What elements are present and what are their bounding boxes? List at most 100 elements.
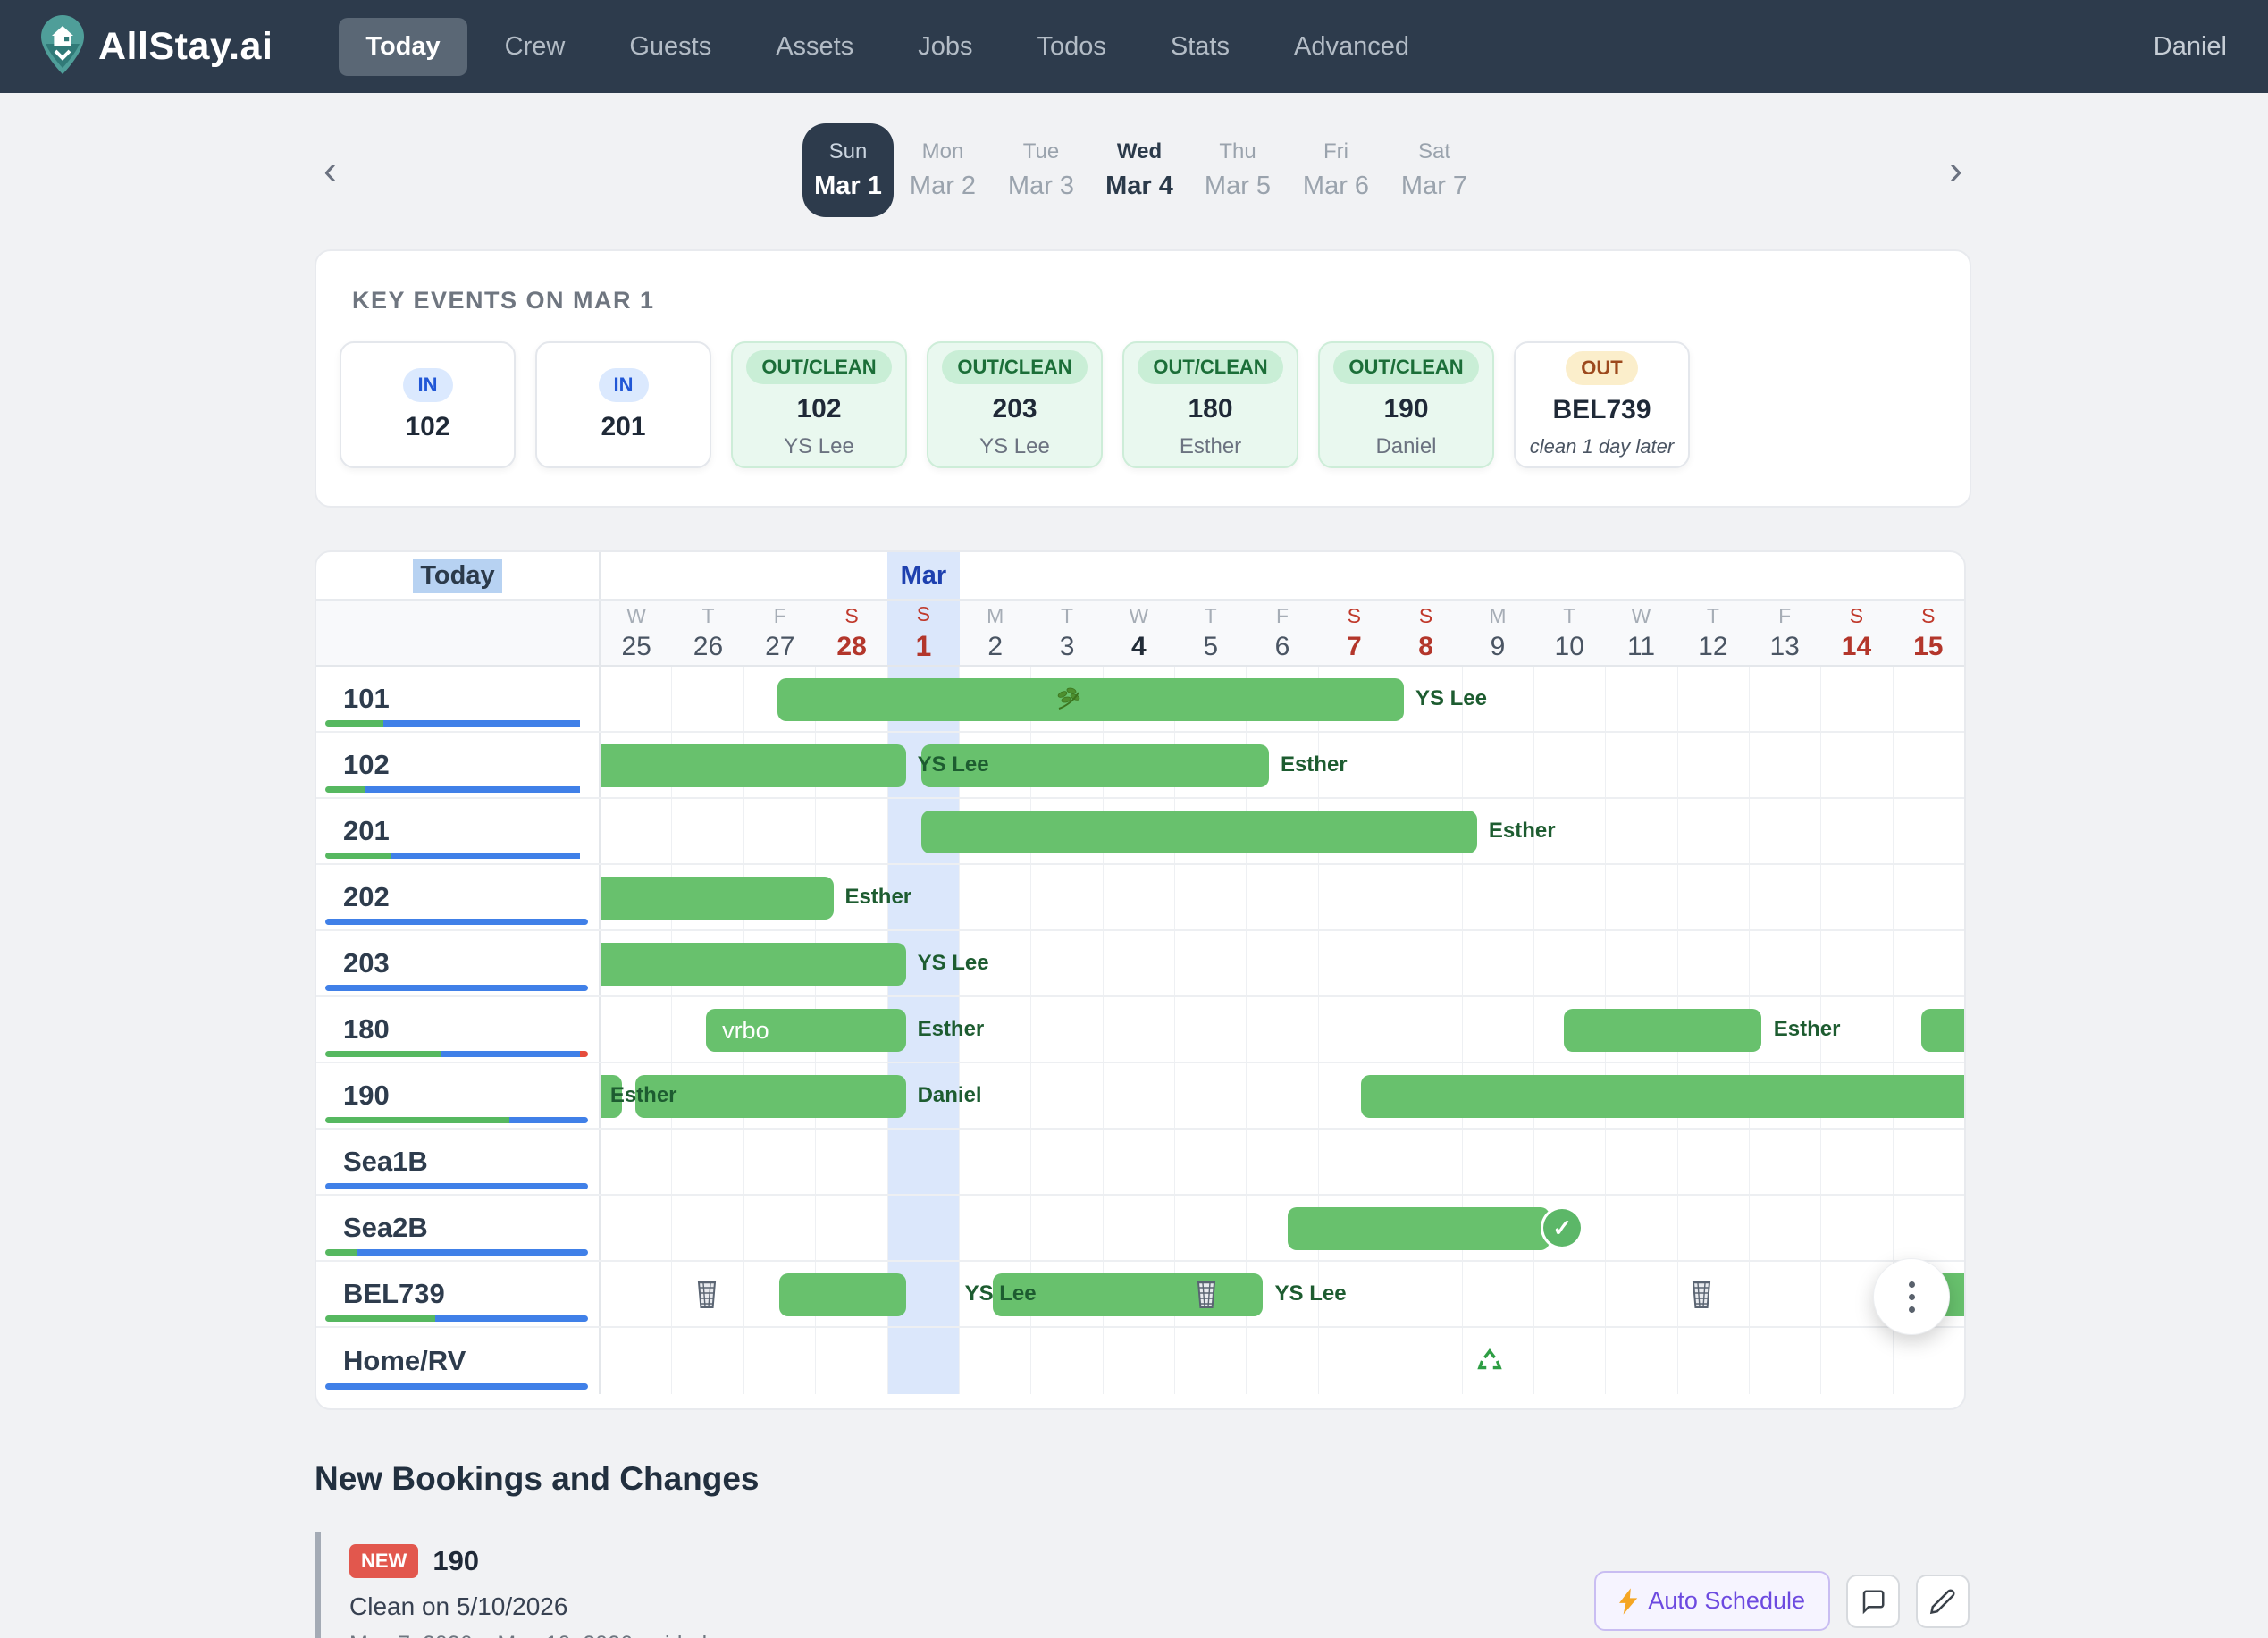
day-column-header-w-25[interactable]: W25 (601, 601, 672, 665)
day-cell[interactable] (816, 799, 887, 863)
day-cell[interactable] (1463, 997, 1534, 1062)
booking-bar[interactable]: vrbo (706, 1009, 906, 1052)
day-column-header-s-15[interactable]: S15 (1893, 601, 1964, 665)
day-cell[interactable] (1104, 931, 1175, 995)
day-cell[interactable] (888, 1328, 960, 1394)
nav-item-guests[interactable]: Guests (602, 18, 738, 76)
day-cell[interactable] (601, 1262, 672, 1326)
day-cell[interactable] (1319, 997, 1390, 1062)
day-cell[interactable] (1390, 1262, 1462, 1326)
day-cell[interactable] (1678, 1328, 1750, 1394)
day-column-header-f-27[interactable]: F27 (744, 601, 816, 665)
day-cell[interactable] (1031, 931, 1103, 995)
day-cell[interactable] (1534, 733, 1606, 797)
day-cell[interactable] (1606, 667, 1677, 731)
nav-item-advanced[interactable]: Advanced (1267, 18, 1436, 76)
day-cell[interactable] (1534, 1262, 1606, 1326)
day-cell[interactable] (1534, 1328, 1606, 1394)
day-cell[interactable] (672, 1328, 743, 1394)
day-cell[interactable] (1821, 733, 1893, 797)
day-cell[interactable] (1390, 1130, 1462, 1194)
day-cell[interactable] (601, 997, 672, 1062)
day-cell[interactable] (1534, 931, 1606, 995)
day-cell[interactable] (1463, 733, 1534, 797)
day-column-header-m-2[interactable]: M2 (960, 601, 1031, 665)
day-cell[interactable] (1104, 997, 1175, 1062)
booking-bar[interactable] (601, 877, 834, 920)
day-cell[interactable] (1894, 667, 1964, 731)
day-column-header-f-6[interactable]: F6 (1247, 601, 1318, 665)
day-cell[interactable] (960, 1130, 1031, 1194)
day-cell[interactable] (1606, 865, 1677, 929)
day-column-header-w-11[interactable]: W11 (1605, 601, 1676, 665)
day-cell[interactable] (672, 799, 743, 863)
day-cell[interactable] (1894, 733, 1964, 797)
day-cell[interactable] (1821, 931, 1893, 995)
nav-user[interactable]: Daniel (2154, 32, 2227, 62)
day-cell[interactable] (1678, 1262, 1750, 1326)
comment-button[interactable] (1846, 1575, 1900, 1628)
day-cell[interactable] (744, 799, 816, 863)
auto-schedule-button[interactable]: Auto Schedule (1594, 1571, 1830, 1631)
day-cell[interactable] (1463, 1130, 1534, 1194)
day-cell[interactable] (1175, 931, 1247, 995)
day-cell[interactable] (1319, 1328, 1390, 1394)
day-cell[interactable] (1606, 1130, 1677, 1194)
booking-bar[interactable] (1921, 1009, 1964, 1052)
day-cell[interactable] (1821, 865, 1893, 929)
day-cell[interactable] (1175, 1196, 1247, 1260)
key-event-card-out-clean-190[interactable]: OUT/CLEAN190Daniel (1318, 341, 1494, 468)
day-cell[interactable] (1104, 1328, 1175, 1394)
day-cell[interactable] (1750, 1328, 1821, 1394)
day-pill-sun-mar-1[interactable]: SunMar 1 (802, 123, 894, 217)
day-cell[interactable] (816, 1130, 887, 1194)
day-pill-fri-mar-6[interactable]: FriMar 6 (1287, 125, 1385, 215)
day-cell[interactable] (1606, 1196, 1677, 1260)
day-cell[interactable] (1031, 1130, 1103, 1194)
day-cell[interactable] (960, 1196, 1031, 1260)
day-cell[interactable] (1031, 1328, 1103, 1394)
day-cell[interactable] (1463, 1262, 1534, 1326)
day-cell[interactable] (1031, 997, 1103, 1062)
day-cell[interactable] (672, 1130, 743, 1194)
day-cell[interactable] (1390, 1328, 1462, 1394)
day-cell[interactable] (1606, 1328, 1677, 1394)
key-event-card-in-201[interactable]: IN201 (535, 341, 711, 468)
day-cell[interactable] (1678, 1130, 1750, 1194)
day-cell[interactable] (1606, 1262, 1677, 1326)
booking-bar[interactable] (777, 678, 1404, 721)
day-column-header-s-14[interactable]: S14 (1820, 601, 1892, 665)
day-cell[interactable] (1894, 1328, 1964, 1394)
day-cell[interactable] (1606, 931, 1677, 995)
nav-item-assets[interactable]: Assets (749, 18, 880, 76)
day-cell[interactable] (1104, 1196, 1175, 1260)
day-column-header-s-1[interactable]: S1 (887, 601, 959, 665)
day-cell[interactable] (1319, 1130, 1390, 1194)
day-cell[interactable] (1319, 931, 1390, 995)
key-event-card-out-bel739[interactable]: OUTBEL739clean 1 day later (1514, 341, 1690, 468)
day-cell[interactable] (744, 1130, 816, 1194)
key-event-card-out-clean-102[interactable]: OUT/CLEAN102YS Lee (731, 341, 907, 468)
day-column-header-f-13[interactable]: F13 (1749, 601, 1820, 665)
day-cell[interactable] (1175, 1130, 1247, 1194)
day-cell[interactable] (1894, 931, 1964, 995)
day-cell[interactable] (1678, 1196, 1750, 1260)
day-cell[interactable] (1390, 733, 1462, 797)
day-cell[interactable] (1175, 997, 1247, 1062)
day-cell[interactable] (1821, 1328, 1893, 1394)
day-column-header-s-8[interactable]: S8 (1390, 601, 1461, 665)
day-cell[interactable] (1390, 997, 1462, 1062)
day-cell[interactable] (960, 1328, 1031, 1394)
day-cell[interactable] (601, 799, 672, 863)
day-cell[interactable] (888, 1130, 960, 1194)
nav-item-today[interactable]: Today (339, 18, 466, 76)
day-cell[interactable] (1750, 667, 1821, 731)
day-cell[interactable] (1247, 1328, 1318, 1394)
day-column-header-s-7[interactable]: S7 (1318, 601, 1390, 665)
day-cell[interactable] (1031, 865, 1103, 929)
day-cell[interactable] (1678, 799, 1750, 863)
day-cell[interactable] (1319, 865, 1390, 929)
day-cell[interactable] (601, 1328, 672, 1394)
booking-bar[interactable] (921, 811, 1477, 853)
day-column-header-s-28[interactable]: S28 (816, 601, 887, 665)
